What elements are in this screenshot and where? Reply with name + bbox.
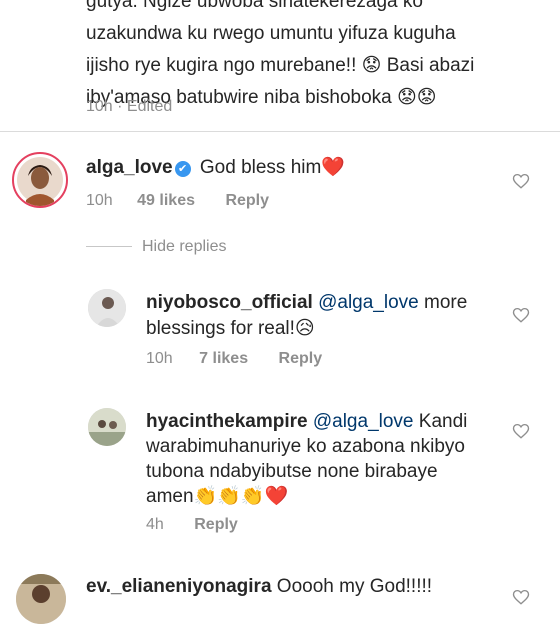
comment-username[interactable]: alga_love [86,157,173,178]
hide-replies-button[interactable]: Hide replies [86,238,226,256]
reply-username[interactable]: niyobosco_official [146,292,313,313]
avatar[interactable] [12,152,68,208]
reply-likes[interactable]: 7 likes [199,350,248,367]
clap-heart-emoji: 👏👏👏❤️ [193,486,289,507]
heart-outline-icon[interactable] [512,306,530,324]
reply-time: 4h [146,516,164,533]
reply-text-line4-wrap: amen👏👏👏❤️ [146,482,288,512]
hide-replies-label: Hide replies [142,238,227,255]
hide-replies-line [86,246,132,248]
comment-body: alga_love ✔ God bless him❤️ [86,153,345,183]
reply-text-line2: blessings for real! [146,318,295,339]
previous-comment: gutya. Ngize ubwoba sinatekerezaga ko uz… [0,0,560,130]
avatar-photo [16,574,66,624]
comment-time: 10h [86,192,113,209]
comment-text: God bless him [199,157,322,178]
avatar-photo [88,289,126,327]
reply-text-line1: Kandi [418,411,468,432]
heart-outline-icon[interactable] [512,422,530,440]
sad-emoji: 😥 [294,318,315,339]
previous-comment-text: gutya. Ngize ubwoba sinatekerezaga ko uz… [86,0,475,108]
reply-mention[interactable]: @alga_love [313,411,414,432]
comment-likes[interactable]: 49 likes [137,192,195,209]
avatar[interactable] [88,289,126,327]
comment-username[interactable]: ev._elianeniyonagira [86,576,272,597]
reply-username[interactable]: hyacinthekampire [146,411,308,432]
reply-meta: 4h Reply [146,516,238,534]
heart-outline-icon[interactable] [512,588,530,606]
reply-meta: 10h 7 likes Reply [146,350,322,368]
avatar-photo [17,157,63,206]
avatar[interactable] [88,408,126,446]
previous-comment-edited: · Edited [117,98,173,115]
reply-time: 10h [146,350,173,367]
previous-comment-meta: 10h · Edited [86,98,172,116]
reply-text-line4: amen [146,486,194,507]
reply-button[interactable]: Reply [194,516,238,533]
comment-text: Ooooh my God!!!!! [276,576,433,597]
comment-body: ev._elianeniyonagira Ooooh my God!!!!! [86,572,432,602]
reply-button[interactable]: Reply [279,350,323,367]
verified-badge-icon: ✔ [174,161,191,177]
comment-meta: 10h 49 likes Reply [86,192,269,210]
heart-emoji: ❤️ [321,157,346,178]
heart-outline-icon[interactable] [512,172,530,190]
avatar[interactable] [16,574,66,624]
reply-button[interactable]: Reply [225,192,269,209]
avatar-photo [88,408,126,446]
previous-comment-time: 10h [86,98,113,115]
reply-text-line1: more [424,292,468,313]
divider [0,131,560,132]
reply-body-continued: blessings for real!😥 [146,314,315,344]
reply-mention[interactable]: @alga_love [318,292,419,313]
